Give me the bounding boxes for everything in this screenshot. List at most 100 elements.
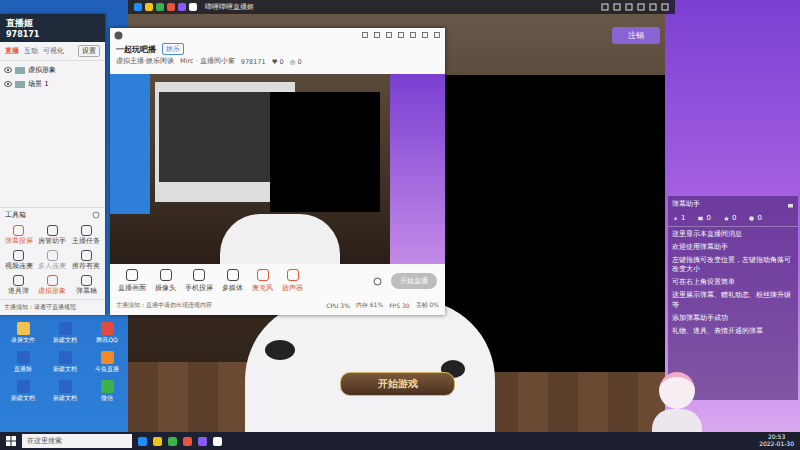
eye-icon[interactable] bbox=[4, 81, 12, 87]
control-icon[interactable] bbox=[613, 3, 621, 11]
desktop-icon[interactable]: 直播姬 bbox=[2, 351, 44, 374]
chat-messages: 这里显示本直播间消息欢迎使用弹幕助手左键拖拽可改变位置，左键拖动角落可改变大小可… bbox=[668, 227, 798, 339]
tool-item[interactable]: 道具弹 bbox=[2, 275, 36, 296]
control-icon[interactable] bbox=[637, 3, 645, 11]
app-icon[interactable] bbox=[134, 3, 142, 11]
control-icon[interactable] bbox=[661, 3, 669, 11]
toolbar-label: 直播画面 bbox=[118, 283, 146, 293]
windows-icon[interactable] bbox=[6, 436, 16, 446]
room-tag[interactable]: 娱乐 bbox=[162, 43, 184, 55]
time: 20:53 bbox=[768, 434, 785, 441]
tool-icon bbox=[13, 250, 24, 261]
app-icon[interactable] bbox=[178, 3, 186, 11]
desktop-icons: 录屏文件新建文档腾讯QQ直播姬新建文档斗鱼直播新建文档新建文档微信 bbox=[2, 322, 128, 403]
status-item: CPU 3% bbox=[326, 302, 350, 309]
scene-item[interactable]: 虚拟形象 bbox=[4, 63, 101, 77]
tool-item[interactable]: 弹幕投屏 bbox=[2, 225, 36, 246]
desktop-icon[interactable]: 斗鱼直播 bbox=[86, 351, 128, 374]
taskbar-app-icon[interactable] bbox=[168, 437, 177, 446]
desktop-icon[interactable]: 新建文档 bbox=[44, 322, 86, 345]
app-icon[interactable] bbox=[145, 3, 153, 11]
control-icon[interactable] bbox=[409, 31, 417, 39]
tool-item[interactable]: 主播任务 bbox=[69, 225, 103, 246]
tool-label: 多人连麦 bbox=[38, 262, 66, 271]
control-icon[interactable] bbox=[625, 3, 633, 11]
settings-icon[interactable] bbox=[373, 277, 382, 286]
app-icon[interactable] bbox=[189, 3, 197, 11]
control-icon[interactable] bbox=[601, 3, 609, 11]
desktop-icon[interactable]: 新建文档 bbox=[2, 380, 44, 403]
gear-icon[interactable] bbox=[92, 211, 100, 219]
taskbar-app-icon[interactable] bbox=[138, 437, 147, 446]
tool-item[interactable]: 视频连麦 bbox=[2, 250, 36, 271]
toolbar-icon bbox=[257, 269, 269, 281]
control-icon[interactable] bbox=[361, 31, 369, 39]
file-icon bbox=[101, 380, 114, 393]
tool-grid: 弹幕投屏房管助手主播任务视频连麦多人连麦推荐有奖道具弹虚拟形象 弹幕稿 bbox=[0, 222, 105, 299]
control-icon[interactable] bbox=[649, 3, 657, 11]
icon-label: 新建文档 bbox=[11, 394, 35, 403]
start-game-button[interactable]: 开始游戏 bbox=[340, 372, 455, 396]
toolbar-item[interactable]: 扬声器 bbox=[282, 269, 303, 293]
cow-spot bbox=[265, 340, 295, 360]
avatar-head bbox=[659, 372, 695, 409]
desktop-icon[interactable]: 腾讯QQ bbox=[86, 322, 128, 345]
toolbar-item[interactable]: 直播画面 bbox=[118, 269, 146, 293]
toolbar-item[interactable]: 麦克风 bbox=[252, 269, 273, 293]
avatar-body bbox=[652, 409, 702, 433]
desktop-icon[interactable]: 新建文档 bbox=[44, 380, 86, 403]
app-titlebar: 哔哩哔哩直播姬 bbox=[128, 0, 675, 14]
tool-label: 弹幕稿 bbox=[76, 287, 97, 296]
status-bar: 主播须知：直播中请勿出现违规内容CPU 3%内存 61%FPS 30丢帧 0% bbox=[110, 298, 445, 313]
tool-item[interactable]: 虚拟形象 bbox=[36, 275, 70, 296]
toolbar-item[interactable]: 多媒体 bbox=[222, 269, 243, 293]
control-icon[interactable] bbox=[433, 31, 441, 39]
taskbar-app-icon[interactable] bbox=[153, 437, 162, 446]
tab[interactable]: 直播 bbox=[5, 46, 19, 56]
tool-item[interactable]: 房管助手 bbox=[36, 225, 70, 246]
tab[interactable]: 可视化 bbox=[43, 46, 64, 56]
logout-button[interactable]: 注销 bbox=[612, 27, 660, 44]
app-title: 哔哩哔哩直播姬 bbox=[205, 2, 593, 12]
icon-label: 新建文档 bbox=[53, 336, 77, 345]
file-icon bbox=[59, 322, 72, 335]
app-icon[interactable] bbox=[167, 3, 175, 11]
control-icon[interactable] bbox=[421, 31, 429, 39]
live-toolbar: 直播画面摄像头手机投屏多媒体麦克风扬声器 开始直播 bbox=[110, 264, 445, 298]
toolbar-item[interactable]: 摄像头 bbox=[155, 269, 176, 293]
room-title-row: 一起玩吧播娱乐 bbox=[116, 43, 439, 55]
desktop-icon[interactable]: 新建文档 bbox=[44, 351, 86, 374]
toolbar-icon bbox=[160, 269, 172, 281]
toolbar-label: 多媒体 bbox=[222, 283, 243, 293]
room-info-row: 虚拟主播·娱乐闲谈Mirc · 直播间小窗978171♥ 0◎ 0 bbox=[116, 57, 439, 66]
scene-item[interactable]: 场景 1 bbox=[4, 77, 101, 91]
toolbar-item[interactable]: 手机投屏 bbox=[185, 269, 213, 293]
tool-label: 虚拟形象 bbox=[38, 287, 66, 296]
tool-item[interactable]: 弹幕稿 bbox=[69, 275, 103, 296]
start-live-button[interactable]: 开始直播 bbox=[391, 273, 437, 289]
live-window: 一起玩吧播娱乐虚拟主播·娱乐闲谈Mirc · 直播间小窗978171♥ 0◎ 0… bbox=[110, 28, 445, 315]
tool-item[interactable]: 多人连麦 bbox=[36, 250, 70, 271]
control-icon[interactable] bbox=[385, 31, 393, 39]
control-icon[interactable] bbox=[397, 31, 405, 39]
eye-icon[interactable] bbox=[4, 67, 12, 73]
desktop-icon[interactable]: 录屏文件 bbox=[2, 322, 44, 345]
taskbar-app-icon[interactable] bbox=[183, 437, 192, 446]
taskbar-app-icon[interactable] bbox=[213, 437, 222, 446]
stat-item: 0 bbox=[697, 214, 710, 222]
toolbar-icon bbox=[126, 269, 138, 281]
desktop-icon[interactable]: 微信 bbox=[86, 380, 128, 403]
tool-icon bbox=[47, 225, 58, 236]
tool-item[interactable]: 推荐有奖 bbox=[69, 250, 103, 271]
search-box[interactable]: 在这里搜索 bbox=[22, 434, 132, 448]
app-icon[interactable] bbox=[156, 3, 164, 11]
viewers: ◎ 0 bbox=[290, 58, 302, 66]
lock-icon[interactable] bbox=[787, 201, 794, 208]
stat-icon bbox=[672, 215, 679, 222]
taskbar-app-icon[interactable] bbox=[198, 437, 207, 446]
file-icon bbox=[17, 322, 30, 335]
tab[interactable]: 互动 bbox=[24, 46, 38, 56]
status-item: 丢帧 0% bbox=[416, 301, 439, 310]
settings-button[interactable]: 设置 bbox=[78, 45, 100, 57]
control-icon[interactable] bbox=[373, 31, 381, 39]
